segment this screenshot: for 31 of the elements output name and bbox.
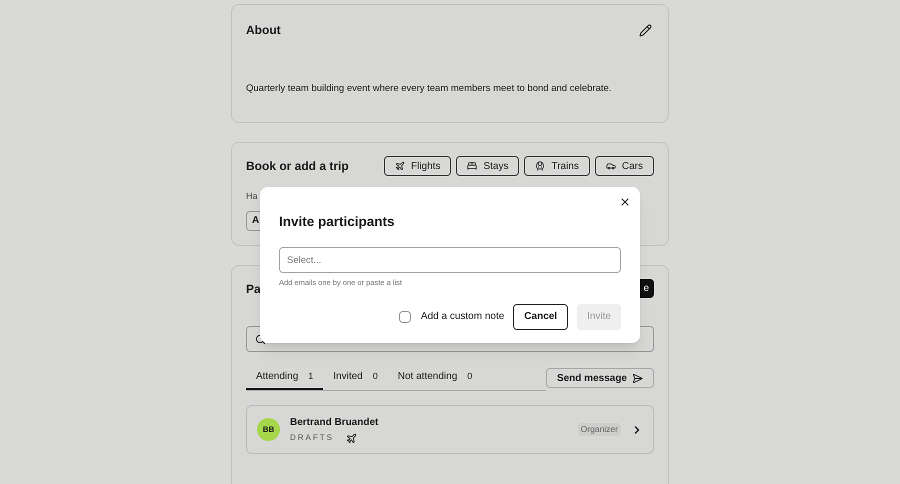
section-title: Pa — [246, 280, 261, 298]
note-checkbox[interactable] — [398, 310, 411, 322]
flight-icon — [394, 161, 405, 171]
participant-row[interactable]: BB Bertrand Bruandet DRAFTS Organizer — [246, 405, 654, 454]
participant-name: Bertrand Bruandet — [290, 416, 378, 430]
checkbox-label: Add a custom note — [420, 310, 504, 324]
send-message-button[interactable]: Send message — [546, 368, 654, 388]
tab[interactable]: Attending 1 — [246, 365, 324, 390]
description: Quarterly team building event where every team members meet to bond and celebrate. — [246, 82, 612, 96]
stay-icon — [467, 161, 478, 171]
select-field[interactable]: Select... — [279, 247, 621, 274]
section-title: Book or add a trip — [246, 158, 349, 175]
section-title: About — [246, 22, 281, 39]
send-icon — [632, 372, 643, 384]
pencil-icon — [638, 24, 652, 36]
dialog-title: Invite participants — [279, 213, 396, 231]
plane-icon — [346, 432, 357, 444]
trip-option-button[interactable]: Stays — [456, 156, 520, 176]
tab[interactable]: Not attending 0 — [388, 365, 482, 390]
status-label: DRAFTS — [290, 432, 334, 444]
avatar: BB — [257, 418, 280, 441]
hint-text: Ha — [246, 190, 258, 203]
role-badge: Organizer — [578, 423, 621, 436]
trip-option-button[interactable]: Cars — [594, 156, 654, 176]
trip-option-button[interactable]: Trains — [524, 156, 590, 176]
trip-option-button[interactable]: Flights — [384, 156, 452, 176]
train-icon — [535, 161, 546, 171]
car-icon — [606, 161, 616, 171]
tab[interactable]: Invited 0 — [323, 365, 388, 390]
cancel-button[interactable]: Cancel — [513, 304, 568, 330]
close-icon — [619, 196, 631, 208]
